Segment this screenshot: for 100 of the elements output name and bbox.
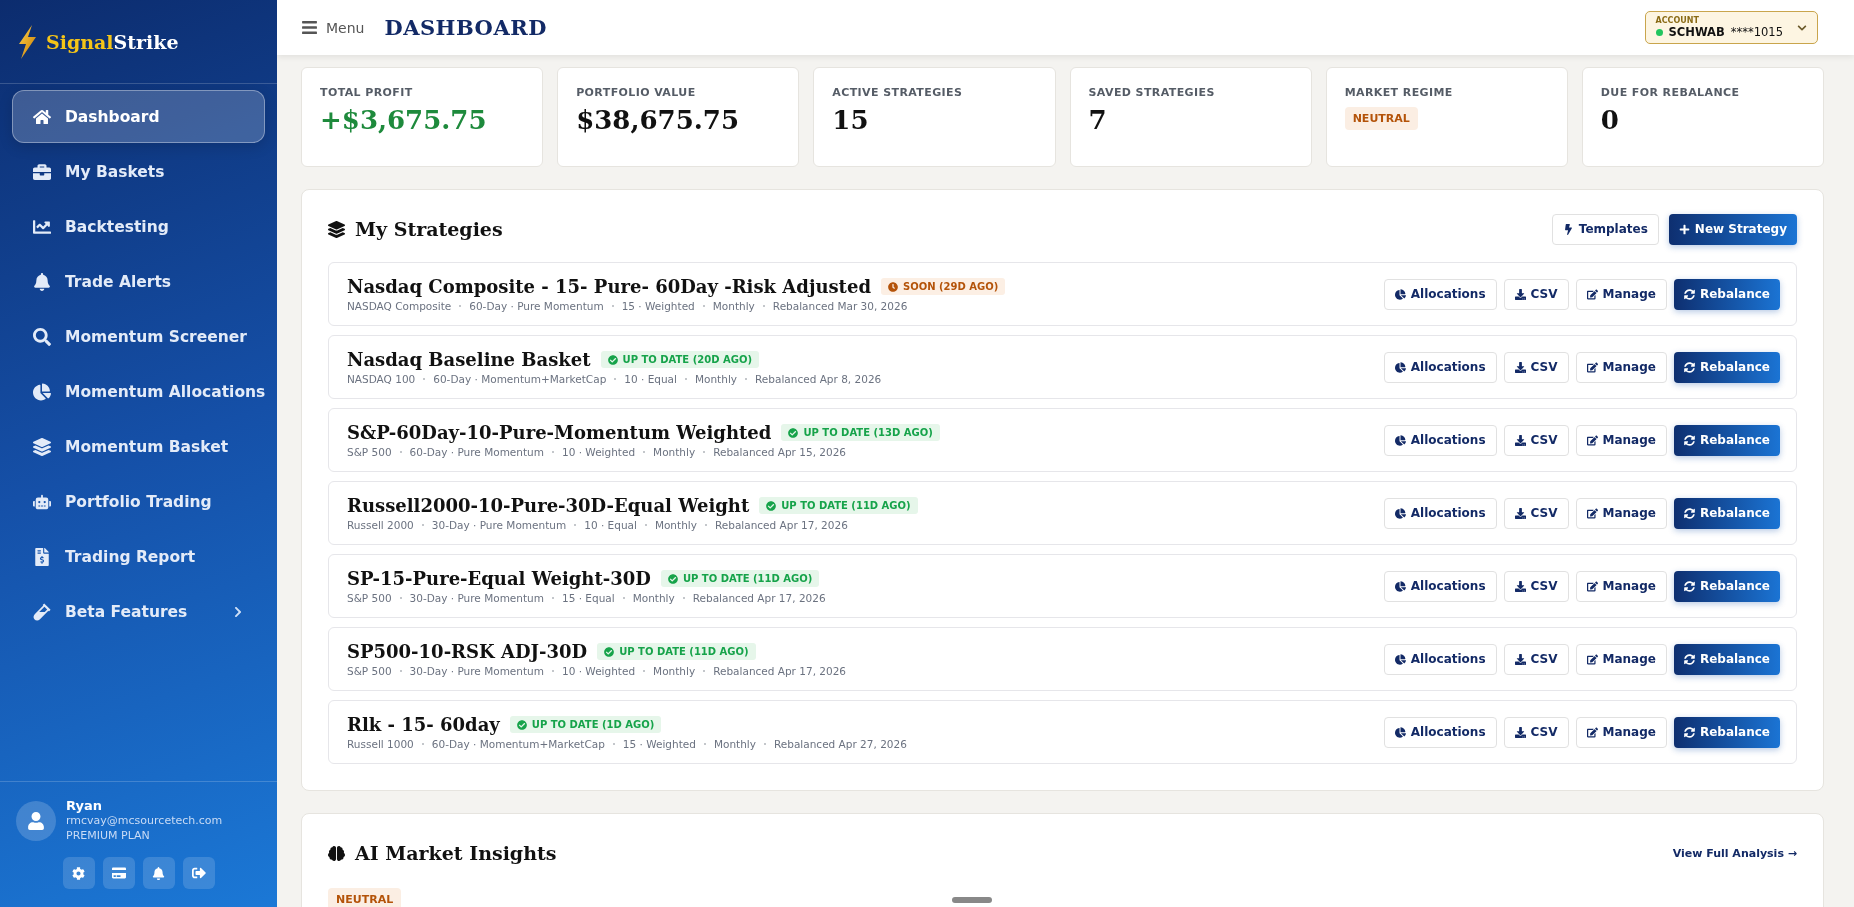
strategy-detail: Rebalanced Apr 17, 2026 (714, 519, 848, 531)
menu-button[interactable]: Menu (301, 19, 365, 36)
csv-button[interactable]: CSV (1503, 643, 1569, 675)
status-badge: UP TO DATE (13D AGO) (781, 424, 940, 441)
layers-icon (328, 220, 345, 238)
edit-icon (1586, 580, 1598, 592)
new-strategy-button[interactable]: New Strategy (1668, 213, 1797, 245)
allocations-button[interactable]: Allocations (1383, 351, 1497, 383)
document-dollar-icon (33, 547, 51, 566)
pie-chart-icon (1394, 507, 1406, 519)
status-badge: UP TO DATE (11D AGO) (660, 570, 820, 587)
strategy-detail: S&P 500 (347, 665, 392, 677)
rebalance-button[interactable]: Rebalance (1673, 643, 1780, 675)
nav-item[interactable]: Portfolio Trading (12, 475, 265, 528)
manage-button[interactable]: Manage (1575, 424, 1667, 456)
logout-button[interactable] (182, 857, 215, 889)
view-analysis-link[interactable]: View Full Analysis → (1672, 846, 1797, 860)
rebalance-button[interactable]: Rebalance (1673, 424, 1780, 456)
strategy-detail: 60-Day · Momentum+MarketCap (433, 373, 607, 385)
rebalance-button[interactable]: Rebalance (1673, 716, 1780, 748)
user-name: Ryan (66, 798, 103, 813)
brain-icon (328, 844, 345, 862)
manage-button[interactable]: Manage (1575, 716, 1667, 748)
nav-item[interactable]: Trading Report (12, 530, 265, 583)
clock-icon (887, 281, 898, 292)
menu-icon (301, 19, 318, 36)
csv-button[interactable]: CSV (1503, 716, 1569, 748)
strategy-detail: Rebalanced Apr 17, 2026 (692, 592, 826, 604)
gear-icon (72, 866, 85, 880)
download-icon (1514, 580, 1526, 592)
status-badge: UP TO DATE (11D AGO) (759, 497, 918, 514)
lightning-logo-icon (16, 24, 38, 59)
robot-icon (33, 492, 51, 511)
strategy-detail: Rebalanced Apr 27, 2026 (773, 738, 907, 750)
refresh-icon (1683, 580, 1695, 592)
lightning-icon (1562, 223, 1574, 235)
allocations-button[interactable]: Allocations (1383, 643, 1497, 675)
chevron-down-icon (1797, 22, 1807, 33)
settings-button[interactable] (62, 857, 95, 889)
nav-item[interactable]: Backtesting (12, 200, 265, 253)
stat-value: 0 (1600, 105, 1620, 135)
drag-handle[interactable] (952, 897, 992, 903)
manage-button[interactable]: Manage (1575, 351, 1667, 383)
csv-button[interactable]: CSV (1503, 351, 1569, 383)
briefcase-icon (33, 162, 51, 181)
nav-item[interactable]: Momentum Basket (12, 420, 265, 473)
page-title: DASHBOARD (384, 15, 547, 40)
status-badge: UP TO DATE (11D AGO) (597, 643, 756, 660)
user-plan: PREMIUM PLAN (66, 828, 151, 843)
rebalance-button[interactable]: Rebalance (1673, 497, 1780, 529)
rebalance-button[interactable]: Rebalance (1673, 278, 1780, 310)
credit-card-icon (111, 866, 126, 880)
avatar (16, 800, 56, 841)
csv-button[interactable]: CSV (1503, 278, 1569, 310)
manage-button[interactable]: Manage (1575, 643, 1667, 675)
allocations-button[interactable]: Allocations (1383, 497, 1497, 529)
strategy-detail: Russell 2000 (347, 519, 414, 531)
section-title: My Strategies (355, 218, 503, 240)
stat-label: DUE FOR REBALANCE (1600, 86, 1741, 99)
strategy-name: Nasdaq Composite - 15- Pure- 60Day -Risk Adjusted (347, 276, 871, 297)
csv-button[interactable]: CSV (1503, 497, 1569, 529)
bell-icon (152, 866, 165, 880)
stat-label: PORTFOLIO VALUE (576, 86, 697, 99)
nav-item[interactable]: My Baskets (12, 145, 265, 198)
strategy-detail: 30-Day · Pure Momentum (431, 519, 567, 531)
allocations-button[interactable]: Allocations (1383, 716, 1497, 748)
edit-icon (1586, 434, 1598, 446)
manage-button[interactable]: Manage (1575, 278, 1667, 310)
manage-button[interactable]: Manage (1575, 497, 1667, 529)
nav-item[interactable]: Momentum Allocations (12, 365, 265, 418)
status-badge: UP TO DATE (20D AGO) (600, 351, 759, 368)
allocations-button[interactable]: Allocations (1383, 424, 1497, 456)
download-icon (1514, 434, 1526, 446)
strategy-detail: 60-Day · Pure Momentum (469, 300, 604, 312)
pie-chart-icon (1394, 580, 1406, 592)
strategy-detail: 60-Day · Momentum+MarketCap (431, 738, 605, 750)
nav-item[interactable]: Momentum Screener (12, 310, 265, 363)
rebalance-button[interactable]: Rebalance (1673, 570, 1780, 602)
regime-badge: NEUTRAL (1344, 107, 1418, 130)
download-icon (1514, 726, 1526, 738)
manage-button[interactable]: Manage (1575, 570, 1667, 602)
nav-item[interactable]: Beta Features (12, 585, 265, 638)
nav-item[interactable]: Dashboard (12, 90, 265, 143)
csv-button[interactable]: CSV (1503, 570, 1569, 602)
templates-button[interactable]: Templates (1551, 213, 1659, 245)
stat-value: $38,675.75 (576, 105, 740, 135)
csv-button[interactable]: CSV (1503, 424, 1569, 456)
allocations-button[interactable]: Allocations (1383, 278, 1497, 310)
strategy-detail: Monthly (653, 446, 696, 458)
notifications-button[interactable] (142, 857, 175, 889)
nav-item[interactable]: Trade Alerts (12, 255, 265, 308)
rebalance-button[interactable]: Rebalance (1673, 351, 1780, 383)
account-selector[interactable]: ACCOUNT SCHWAB ****1015 (1644, 11, 1818, 44)
strategy-detail: 10 · Weighted (562, 446, 636, 458)
strategy-name: SP-15-Pure-Equal Weight-30D (347, 568, 651, 589)
card-button[interactable] (102, 857, 135, 889)
strategy-detail: NASDAQ 100 (347, 373, 416, 385)
status-badge: SOON (29D AGO) (880, 278, 1006, 295)
user-email: rmcvay@mcsourcetech.com (66, 813, 223, 828)
allocations-button[interactable]: Allocations (1383, 570, 1497, 602)
